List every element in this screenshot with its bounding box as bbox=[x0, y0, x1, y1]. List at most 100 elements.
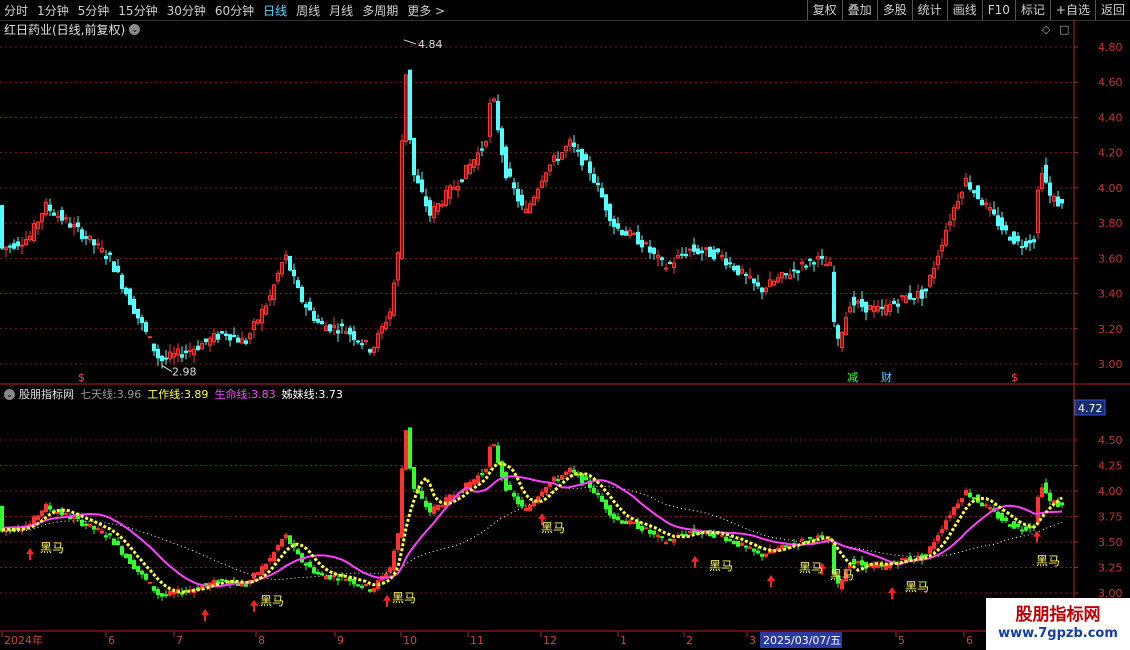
candle-body bbox=[516, 188, 520, 202]
candle-body bbox=[156, 348, 160, 359]
candle-body bbox=[1020, 245, 1024, 248]
candle-body bbox=[224, 333, 228, 336]
ind-candle-body bbox=[364, 584, 368, 587]
ind-candle-body bbox=[560, 475, 564, 480]
ind-candle-body bbox=[616, 516, 620, 520]
indicator-menu-icon[interactable]: ⌄ bbox=[4, 388, 15, 400]
ind-candle-body bbox=[372, 587, 376, 592]
ind-candle-body bbox=[572, 469, 576, 473]
ind-candle-body bbox=[964, 489, 968, 496]
ind-candle-body bbox=[1012, 521, 1016, 529]
candle-body bbox=[420, 179, 424, 193]
candle-body bbox=[348, 327, 352, 335]
ind-candle-body bbox=[120, 546, 124, 555]
candle-body bbox=[500, 128, 504, 156]
ind-candle-body bbox=[288, 535, 292, 545]
candle-body bbox=[796, 270, 800, 273]
candle-body bbox=[416, 175, 420, 184]
ind-candle-body bbox=[136, 565, 140, 572]
candle-body bbox=[236, 337, 240, 343]
high-marker bbox=[403, 39, 417, 45]
signal-arrow bbox=[26, 548, 34, 561]
candle-body bbox=[712, 249, 716, 260]
candle-body bbox=[16, 241, 20, 247]
ind-candle-body bbox=[856, 561, 860, 564]
candle-body bbox=[496, 100, 500, 131]
ind-candle-body bbox=[308, 561, 312, 568]
ind-candle-body bbox=[604, 499, 608, 510]
ind-candle-body bbox=[476, 475, 480, 483]
candle-body bbox=[180, 354, 184, 358]
candle-body bbox=[784, 273, 788, 276]
ind-candle-body bbox=[636, 521, 640, 530]
signal-arrow bbox=[691, 555, 699, 568]
candle-body bbox=[584, 154, 588, 161]
ind-candle-body bbox=[328, 574, 332, 580]
ind-candle-body bbox=[652, 530, 656, 535]
ind-candle-body bbox=[168, 590, 172, 596]
ind-candle-body bbox=[620, 520, 624, 524]
candle-body bbox=[512, 182, 516, 189]
kline-chart[interactable]: 4.80 4.60 4.40 4.20 4.00 3.80 3.60 3.40 3.20 3.00… bbox=[0, 0, 1130, 650]
candle-body bbox=[892, 300, 896, 305]
ind-candle-body bbox=[512, 492, 516, 497]
event-marker: 财 bbox=[881, 370, 892, 384]
ind-candle-body bbox=[624, 520, 628, 525]
candle-body bbox=[428, 200, 432, 216]
ind-axis-label: 3.25 bbox=[1098, 562, 1123, 575]
signal-label: 黑马 bbox=[905, 580, 929, 594]
signal-label: 黑马 bbox=[260, 594, 284, 608]
ind-candle-body bbox=[736, 540, 740, 547]
ind-candle-body bbox=[600, 496, 604, 502]
candle-body bbox=[112, 261, 116, 273]
candle-body bbox=[148, 336, 152, 339]
ind-candle-body bbox=[1004, 517, 1008, 521]
signal-arrow bbox=[888, 587, 896, 600]
ind-candle-body bbox=[656, 534, 660, 538]
candle-body bbox=[1016, 235, 1020, 242]
ind-candle-body bbox=[688, 531, 692, 534]
candle-body bbox=[356, 340, 360, 343]
ind-candle-body bbox=[1048, 492, 1052, 501]
ind-candle-body bbox=[324, 575, 328, 580]
low-marker bbox=[161, 365, 173, 372]
ind-candle-body bbox=[1020, 529, 1024, 532]
candle-body bbox=[20, 244, 24, 247]
ind-candle-body bbox=[388, 567, 392, 573]
ind-candle-body bbox=[936, 535, 940, 541]
ind-candle-body bbox=[316, 571, 320, 575]
event-marker: 减 bbox=[847, 371, 858, 384]
ind-candle-body bbox=[112, 538, 116, 546]
ind-candle-body bbox=[360, 585, 364, 588]
ind-candle-body bbox=[172, 591, 176, 595]
ind-candle-body bbox=[932, 542, 936, 549]
main-axis-label: 3.20 bbox=[1098, 323, 1123, 336]
candle-body bbox=[288, 255, 292, 271]
candle-body bbox=[880, 306, 884, 309]
ind-candle-body bbox=[368, 589, 372, 592]
candle-body bbox=[692, 244, 696, 252]
candle-body bbox=[108, 252, 112, 255]
candle-body bbox=[836, 325, 840, 339]
main-axis-label: 3.00 bbox=[1098, 358, 1123, 371]
ind-candle-body bbox=[1024, 526, 1028, 531]
candle-body bbox=[1032, 239, 1036, 243]
ind-candle-body bbox=[540, 491, 544, 497]
ind-candle-body bbox=[344, 578, 348, 581]
date-label: 7 bbox=[176, 634, 183, 647]
candle-body bbox=[580, 148, 584, 166]
candle-body bbox=[1048, 182, 1052, 196]
candle-body bbox=[480, 148, 484, 151]
ind-candle-body bbox=[164, 594, 168, 597]
ind-candle-body bbox=[432, 506, 436, 514]
ind-candle-body bbox=[1016, 523, 1020, 528]
candle-body bbox=[588, 161, 592, 174]
ind-candle-body bbox=[488, 446, 492, 467]
candle-body bbox=[124, 287, 128, 295]
date-label: 11 bbox=[470, 634, 484, 647]
ind-candle-body bbox=[592, 487, 596, 494]
date-label: 1 bbox=[620, 634, 627, 647]
ind-candle-body bbox=[100, 530, 104, 534]
ind-candle-body bbox=[272, 551, 276, 562]
candle-body bbox=[296, 280, 300, 289]
